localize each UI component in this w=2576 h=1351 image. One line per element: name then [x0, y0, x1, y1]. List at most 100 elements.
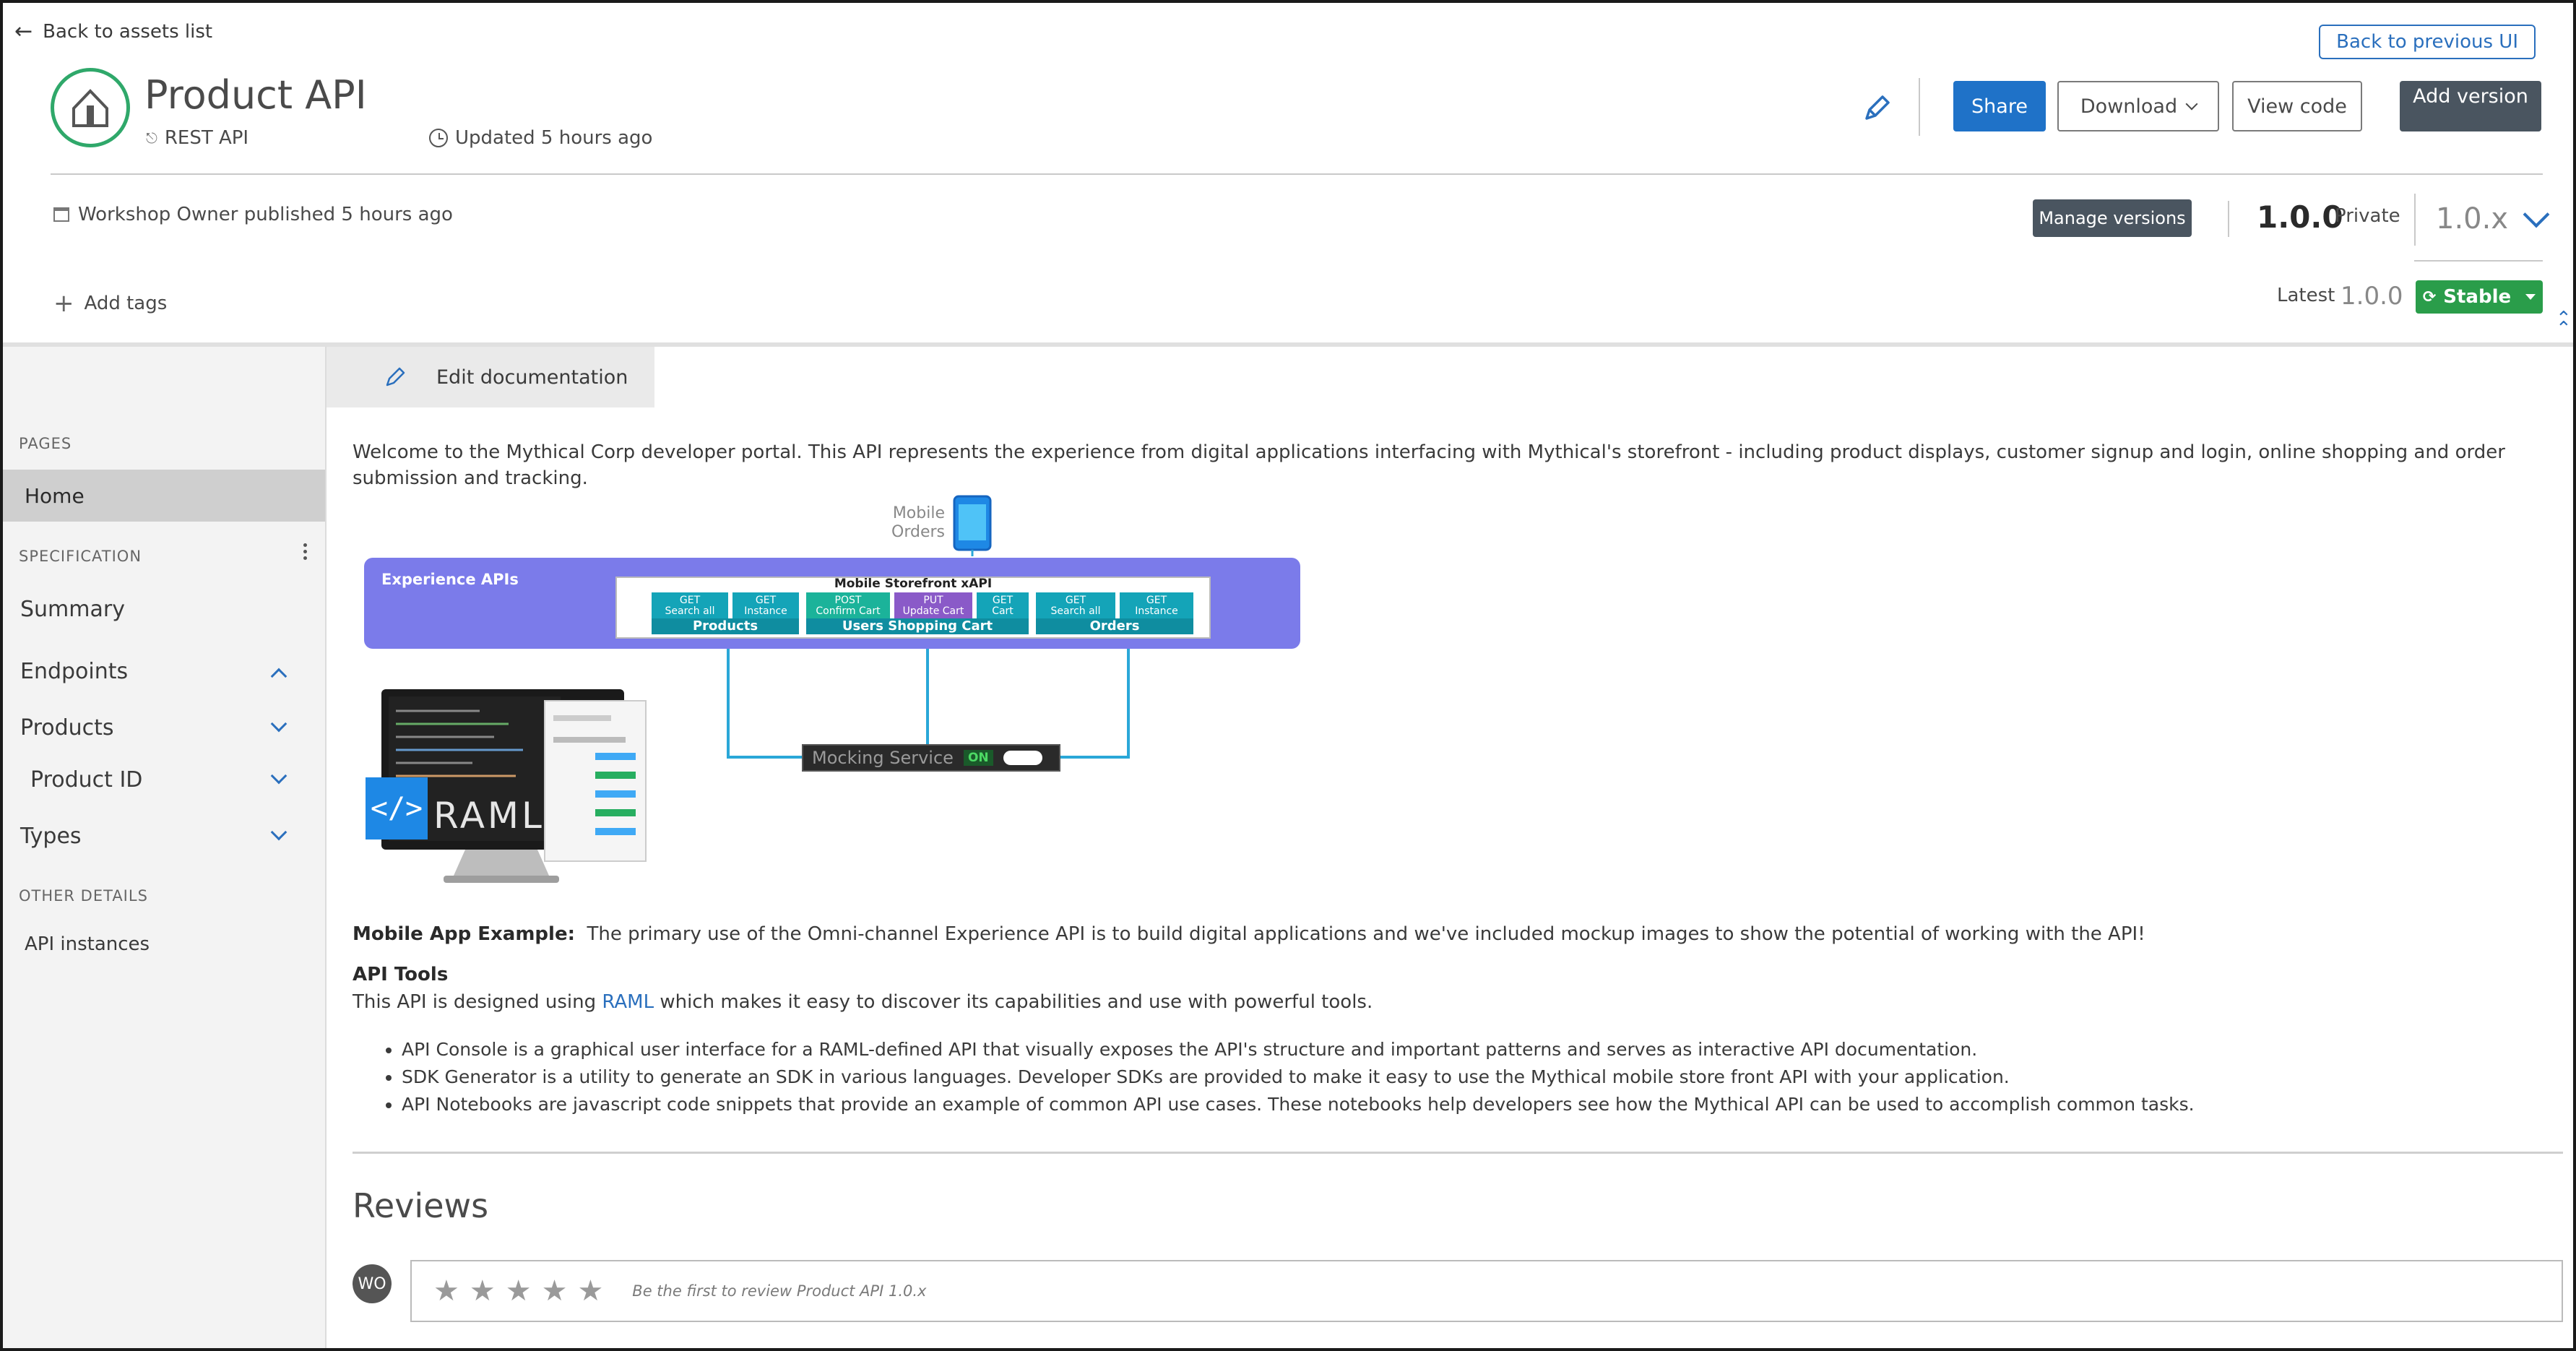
asset-type-label: REST API [164, 127, 249, 149]
group-orders: Orders [1036, 618, 1193, 634]
specification-section-title: SPECIFICATION [19, 548, 142, 565]
group-products: Products [652, 618, 799, 634]
sidebar-item-endpoints[interactable]: Endpoints [20, 659, 128, 684]
more-options-icon[interactable] [303, 543, 308, 563]
stability-dropdown[interactable]: ⟳ Stable [2416, 280, 2543, 314]
orders-label: Orders [891, 523, 945, 541]
download-button[interactable]: Download [2057, 81, 2219, 131]
star-icon[interactable]: ★ [470, 1274, 496, 1308]
connector-line [727, 649, 730, 757]
back-to-assets-link[interactable]: ← Back to assets list [14, 19, 212, 44]
current-version: 1.0.0 [2257, 199, 2343, 235]
endpoint-verb: PUT [923, 595, 943, 606]
view-code-button[interactable]: View code [2232, 81, 2362, 131]
endpoint-name: Instance [1135, 605, 1178, 617]
raml-monitor-illustration: </> RAML [366, 689, 647, 883]
mobile-example-text: The primary use of the Omni-channel Expe… [587, 923, 2145, 945]
sidebar-item-api-instances[interactable]: API instances [25, 933, 150, 955]
svg-text:</>: </> [371, 792, 423, 825]
clock-icon [429, 129, 448, 147]
star-icon[interactable]: ★ [506, 1274, 532, 1308]
sidebar-item-product-id[interactable]: Product ID [30, 767, 142, 793]
connector-line [926, 649, 929, 746]
chevron-down-icon [2185, 98, 2198, 111]
latest-label: Latest [2277, 285, 2335, 306]
add-tags-label: Add tags [84, 293, 168, 314]
add-tags-button[interactable]: + Add tags [53, 289, 167, 318]
sidebar-item-products[interactable]: Products [20, 715, 114, 741]
collapse-header-icon[interactable]: ⌃ ⌃ [2556, 309, 2572, 338]
mocking-service-bar: Mocking Service ON [802, 744, 1060, 772]
api-tools-pre: This API is designed using [353, 991, 602, 1013]
api-tools-list: API Console is a graphical user interfac… [402, 1036, 2195, 1118]
caret-down-icon [2525, 294, 2536, 300]
updated-label: Updated 5 hours ago [455, 127, 653, 149]
arrow-left-icon: ← [14, 19, 33, 44]
star-icon[interactable]: ★ [433, 1274, 459, 1308]
mobile-phone-icon [953, 495, 992, 556]
refresh-icon: ⟳ [2422, 288, 2437, 306]
visibility-label: Private [2335, 205, 2400, 227]
calendar-icon [53, 207, 69, 222]
endpoint-name: Instance [744, 605, 787, 617]
star-icon[interactable]: ★ [577, 1274, 603, 1308]
star-icon[interactable]: ★ [542, 1274, 568, 1308]
published-label: Workshop Owner published 5 hours ago [78, 204, 453, 225]
chevron-down-icon[interactable] [270, 715, 288, 733]
version-selector[interactable]: 1.0.x [2436, 201, 2550, 236]
toggle-icon [1003, 751, 1042, 765]
pencil-icon [386, 367, 405, 387]
endpoint-verb: GET [1146, 595, 1167, 606]
list-item: SDK Generator is a utility to generate a… [402, 1063, 2195, 1091]
sidebar-item-home-label: Home [25, 484, 85, 508]
api-tools-post: which makes it easy to discover its capa… [654, 991, 1373, 1013]
chevron-down-icon[interactable] [270, 824, 288, 841]
list-item: API Console is a graphical user interfac… [402, 1036, 2195, 1063]
asset-type: ⎋ REST API [146, 127, 248, 149]
intro-text: Welcome to the Mythical Corp developer p… [353, 441, 2505, 489]
back-to-previous-ui-button[interactable]: Back to previous UI [2319, 25, 2536, 59]
share-button[interactable]: Share [1953, 81, 2046, 131]
endpoint-name: Cart [992, 605, 1013, 617]
add-version-button[interactable]: Add version [2400, 81, 2541, 131]
review-placeholder: Be the first to review Product API 1.0.x [632, 1282, 927, 1300]
chevron-up-icon[interactable] [270, 668, 288, 685]
edit-pencil-icon[interactable] [1859, 91, 1894, 126]
manage-versions-button[interactable]: Manage versions [2033, 199, 2192, 237]
endpoint-verb: GET [679, 595, 701, 606]
endpoint-name: Update Cart [902, 605, 964, 617]
edit-documentation-button[interactable]: Edit documentation [327, 347, 654, 407]
sidebar-item-summary[interactable]: Summary [20, 597, 125, 622]
page-title: Product API [144, 72, 367, 118]
avatar: WO [353, 1264, 392, 1303]
header-separator [51, 173, 2543, 175]
api-tools-paragraph: This API is designed using RAML which ma… [353, 991, 1373, 1013]
mobile-orders-label: Mobile Orders [891, 504, 945, 542]
sidebar: PAGES Home SPECIFICATION Summary Endpoin… [3, 347, 327, 1348]
reviews-separator [353, 1152, 2563, 1154]
endpoint-name: Search all [1050, 605, 1101, 617]
rest-api-icon: ⎋ [146, 129, 157, 147]
reviews-heading: Reviews [353, 1186, 489, 1225]
mobile-label: Mobile [892, 504, 945, 522]
raml-link[interactable]: RAML [602, 991, 654, 1013]
mocking-service-label: Mocking Service [812, 748, 954, 768]
endpoint-verb: GET [755, 595, 777, 606]
connector-line [1059, 756, 1130, 759]
review-input[interactable]: ★ ★ ★ ★ ★ Be the first to review Product… [410, 1260, 2563, 1322]
sidebar-item-types[interactable]: Types [20, 824, 82, 849]
group-users-shopping-cart: Users Shopping Cart [806, 618, 1029, 634]
mobile-app-example: Mobile App Example: The primary use of t… [353, 923, 2145, 945]
raml-text: RAML [433, 795, 545, 837]
connector-line [727, 756, 803, 759]
latest-version: 1.0.0 [2341, 282, 2403, 311]
other-details-section-title: OTHER DETAILS [19, 887, 148, 905]
api-tools-heading: API Tools [353, 964, 449, 985]
back-to-assets-label: Back to assets list [43, 20, 213, 43]
chevron-down-icon[interactable] [270, 767, 288, 785]
mocking-on-badge: ON [963, 750, 993, 766]
version-selector-label: 1.0.x [2436, 202, 2508, 236]
sidebar-item-home[interactable]: Home [3, 470, 325, 522]
plus-icon: + [53, 289, 74, 318]
experience-apis-title: Experience APIs [381, 571, 519, 588]
